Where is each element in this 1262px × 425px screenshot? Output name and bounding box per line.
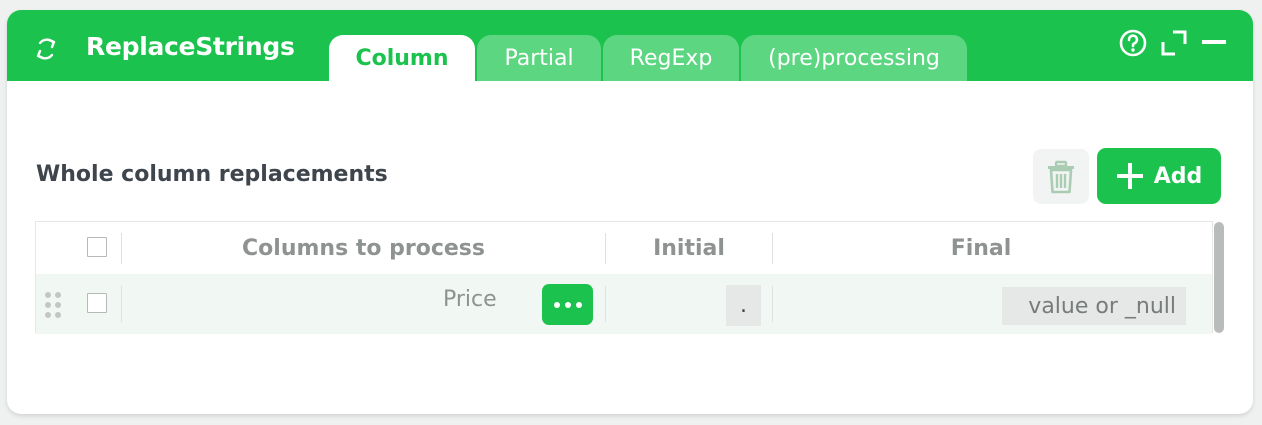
replace-strings-panel: ReplaceStrings Column Partial RegExp (pr… <box>7 10 1253 414</box>
section-title: Whole column replacements <box>36 162 388 187</box>
more-options-button[interactable] <box>542 284 593 325</box>
add-button-label: Add <box>1153 163 1203 189</box>
column-divider <box>605 286 606 322</box>
tab-column[interactable]: Column <box>329 35 475 81</box>
column-header-columns[interactable]: Columns to process <box>122 222 605 274</box>
add-button[interactable]: Add <box>1097 148 1221 204</box>
row-checkbox[interactable] <box>87 293 107 313</box>
help-icon[interactable] <box>1118 28 1148 58</box>
select-all-checkbox[interactable] <box>87 237 107 257</box>
app-title: ReplaceStrings <box>86 32 295 61</box>
replacements-table: Columns to process Initial Final Price .… <box>35 221 1213 334</box>
column-divider <box>772 286 773 322</box>
column-header-initial[interactable]: Initial <box>606 222 772 274</box>
minimize-icon[interactable] <box>1199 28 1229 58</box>
tab-partial[interactable]: Partial <box>477 35 601 81</box>
delete-button[interactable] <box>1033 149 1089 204</box>
table-scrollbar[interactable] <box>1214 222 1224 333</box>
initial-value-input[interactable]: . <box>726 285 761 326</box>
refresh-arrows-icon <box>36 38 56 60</box>
column-header-final[interactable]: Final <box>773 222 1189 274</box>
final-value-input[interactable]: value or _null <box>1002 287 1186 325</box>
table-header: Columns to process Initial Final <box>36 222 1212 274</box>
column-divider <box>121 286 122 322</box>
column-value: Price <box>443 287 497 312</box>
drag-handle-icon[interactable] <box>45 292 61 318</box>
trash-icon <box>1048 160 1074 193</box>
tab-bar: Column Partial RegExp (pre)processing <box>329 35 967 81</box>
panel-header: ReplaceStrings Column Partial RegExp (pr… <box>7 10 1253 81</box>
tab-preprocessing[interactable]: (pre)processing <box>741 35 967 81</box>
table-row: Price . value or _null <box>36 274 1212 334</box>
plus-icon <box>1116 163 1143 189</box>
fullscreen-icon[interactable] <box>1159 28 1189 58</box>
tab-regexp[interactable]: RegExp <box>603 35 739 81</box>
